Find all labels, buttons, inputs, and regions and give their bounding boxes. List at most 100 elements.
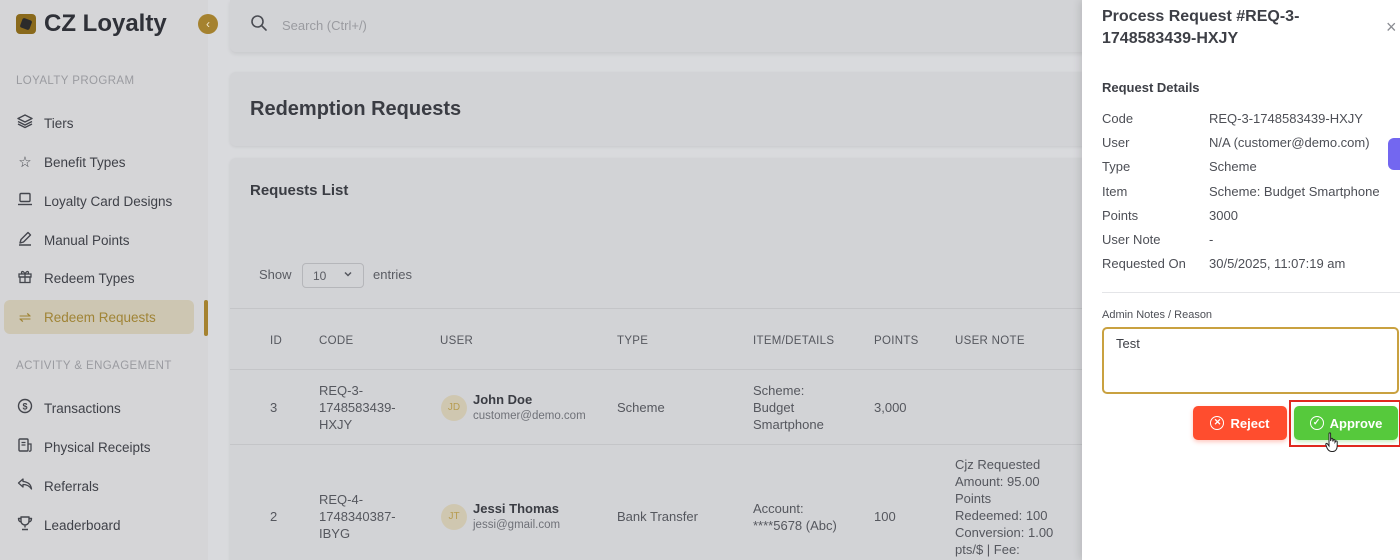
topbar: [230, 0, 1110, 52]
close-icon[interactable]: ×: [1386, 17, 1397, 38]
user-email: customer@demo.com: [473, 410, 586, 422]
show-label: Show: [259, 267, 292, 282]
cell-item: Scheme: Budget Smartphone: [753, 383, 824, 432]
cell-type: Scheme: [617, 400, 665, 415]
brand[interactable]: CZ Loyalty: [16, 10, 167, 38]
request-details-title: Request Details: [1102, 80, 1200, 95]
dollar-icon: $: [16, 398, 34, 418]
brand-logo-icon: [16, 14, 36, 34]
detail-value-type: Scheme: [1209, 159, 1257, 174]
detail-label-item: Item: [1102, 184, 1128, 199]
sidebar-item-label: Referrals: [44, 478, 99, 494]
layers-icon: [16, 113, 34, 133]
cell-points: 3,000: [874, 400, 907, 415]
user-name: John Doe: [473, 392, 533, 407]
sidebar-item-manual-points[interactable]: Manual Points: [4, 223, 194, 257]
customizer-tab[interactable]: [1388, 138, 1400, 170]
detail-value-points: 3000: [1209, 208, 1238, 223]
column-header-item[interactable]: ITEM/DETAILS: [753, 335, 834, 347]
table-header: ID CODE USER TYPE ITEM/DETAILS POINTS US…: [230, 308, 1110, 370]
page-title: Redemption Requests: [250, 98, 462, 120]
cell-code: REQ-3- 1748583439- HXJY: [319, 383, 396, 432]
column-header-points[interactable]: POINTS: [874, 335, 919, 347]
pencil-icon: [16, 230, 34, 250]
search-icon[interactable]: [250, 14, 268, 32]
table-row[interactable]: 3 REQ-3- 1748583439- HXJY JD John Doe cu…: [230, 370, 1110, 445]
sidebar-item-label: Leaderboard: [44, 517, 121, 533]
sidebar-item-benefit-types[interactable]: ☆ Benefit Types: [4, 145, 194, 179]
sidebar-item-leaderboard[interactable]: Leaderboard: [4, 508, 194, 542]
hand-cursor-icon: [1325, 432, 1339, 454]
detail-value-user-note: -: [1209, 232, 1214, 247]
section-label-loyalty: LOYALTY PROGRAM: [16, 75, 135, 87]
detail-value-code: REQ-3-1748583439-HXJY: [1209, 111, 1363, 126]
chevron-down-icon: [343, 269, 353, 282]
user-name: Jessi Thomas: [473, 501, 559, 516]
process-request-drawer: Process Request #REQ-3-1748583439-HXJY ×…: [1082, 0, 1400, 560]
requests-list-card: Requests List Show 10 entries ID CODE US…: [230, 158, 1110, 560]
sidebar-item-physical-receipts[interactable]: Physical Receipts: [4, 430, 194, 464]
detail-label-type: Type: [1102, 159, 1131, 174]
cell-id: 2: [270, 509, 278, 524]
admin-notes-field[interactable]: Test: [1102, 327, 1399, 394]
sidebar-item-redeem-requests[interactable]: ⇌ Redeem Requests: [4, 300, 194, 334]
admin-notes-label: Admin Notes / Reason: [1102, 309, 1213, 321]
sidebar-item-referrals[interactable]: Referrals: [4, 469, 194, 503]
reject-button[interactable]: ✕ Reject: [1193, 406, 1287, 440]
column-header-type[interactable]: TYPE: [617, 335, 648, 347]
share-icon: [16, 476, 34, 496]
entries-label: entries: [373, 267, 413, 282]
detail-value-item: Scheme: Budget Smartphone: [1209, 184, 1380, 199]
sidebar-item-loyalty-card-designs[interactable]: Loyalty Card Designs: [4, 184, 194, 218]
table-row[interactable]: 2 REQ-4- 1748340387- IBYG JT Jessi Thoma…: [230, 445, 1110, 560]
search-input[interactable]: [282, 13, 582, 37]
x-circle-icon: ✕: [1210, 416, 1225, 430]
laptop-icon: [16, 191, 34, 211]
star-icon: ☆: [18, 154, 32, 171]
receipt-icon: [16, 437, 34, 457]
sidebar-item-label: Physical Receipts: [44, 439, 151, 455]
column-header-user[interactable]: USER: [440, 335, 473, 347]
sidebar-item-label: Redeem Requests: [44, 309, 156, 325]
detail-label-code: Code: [1102, 111, 1134, 126]
cell-user-note: Cjz Requested Amount: 95.00 Points Redee…: [955, 457, 1054, 557]
swap-icon: ⇌: [18, 309, 32, 326]
column-header-id[interactable]: ID: [270, 335, 282, 347]
sidebar-item-label: Tiers: [44, 115, 74, 131]
sidebar-collapse-button[interactable]: ‹: [198, 14, 218, 34]
divider: [1102, 292, 1400, 293]
page-title-card: Redemption Requests: [230, 72, 1110, 146]
user-email: jessi@gmail.com: [473, 519, 561, 531]
sidebar-item-label: Redeem Types: [44, 270, 135, 286]
column-header-user-note[interactable]: USER NOTE: [955, 335, 1025, 347]
sidebar-item-label: Benefit Types: [44, 154, 126, 170]
detail-value-user: N/A (customer@demo.com): [1209, 135, 1370, 150]
detail-label-points: Points: [1102, 208, 1139, 223]
avatar: JD: [441, 395, 467, 421]
section-label-activity: ACTIVITY & ENGAGEMENT: [16, 360, 172, 372]
sidebar-item-transactions[interactable]: $ Transactions: [4, 391, 194, 425]
detail-label-requested-on: Requested On: [1102, 256, 1186, 271]
detail-label-user: User: [1102, 135, 1130, 150]
cell-id: 3: [270, 400, 278, 415]
entries-select[interactable]: 10: [302, 263, 364, 288]
active-indicator: [204, 300, 208, 336]
sidebar-item-redeem-types[interactable]: Redeem Types: [4, 261, 194, 295]
sidebar-item-label: Manual Points: [44, 232, 130, 248]
drawer-title: Process Request #REQ-3-1748583439-HXJY: [1102, 8, 1300, 47]
brand-name: CZ Loyalty: [44, 10, 167, 37]
avatar: JT: [441, 504, 467, 530]
list-title: Requests List: [250, 182, 349, 199]
column-header-code[interactable]: CODE: [319, 335, 353, 347]
cell-type: Bank Transfer: [617, 509, 698, 524]
cell-user: John Doe customer@demo.com: [473, 391, 586, 425]
cell-code: REQ-4- 1748340387- IBYG: [319, 492, 396, 541]
detail-value-requested-on: 30/5/2025, 11:07:19 am: [1209, 256, 1346, 271]
trophy-icon: [16, 515, 34, 535]
sidebar-item-label: Loyalty Card Designs: [44, 193, 173, 209]
cell-user: Jessi Thomas jessi@gmail.com: [473, 500, 560, 534]
sidebar: CZ Loyalty LOYALTY PROGRAM Tiers ☆ Benef…: [0, 0, 208, 560]
sidebar-item-label: Transactions: [44, 400, 121, 416]
sidebar-item-tiers[interactable]: Tiers: [4, 106, 194, 140]
reject-label: Reject: [1230, 415, 1270, 431]
